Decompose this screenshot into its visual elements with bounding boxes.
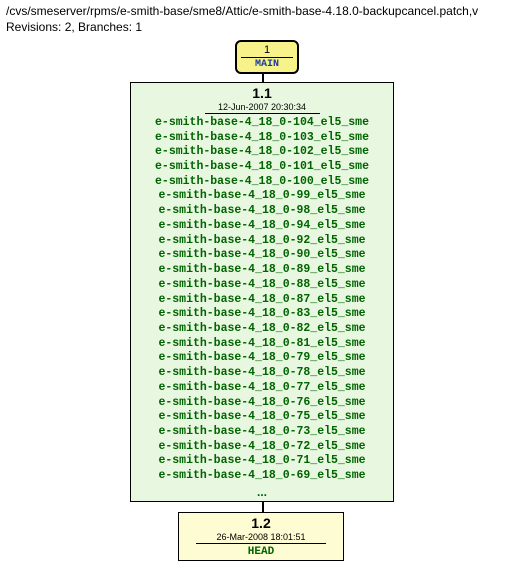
tag-entry: e-smith-base-4_18_0-88_el5_sme	[131, 278, 393, 293]
connector	[262, 502, 264, 512]
branch-node-main[interactable]: 1 MAIN	[235, 40, 299, 74]
tag-entry: e-smith-base-4_18_0-83_el5_sme	[131, 307, 393, 322]
tag-entry: e-smith-base-4_18_0-78_el5_sme	[131, 366, 393, 381]
tag-entry: e-smith-base-4_18_0-71_el5_sme	[131, 454, 393, 469]
head-label: HEAD	[179, 546, 343, 558]
repo-path: /cvs/smeserver/rpms/e-smith-base/sme8/At…	[6, 4, 518, 18]
branch-name: MAIN	[241, 59, 293, 70]
revision-box-1.1[interactable]: 1.1 12-Jun-2007 20:30:34 e-smith-base-4_…	[130, 82, 394, 502]
tag-entry: e-smith-base-4_18_0-90_el5_sme	[131, 248, 393, 263]
tag-entry: e-smith-base-4_18_0-104_el5_sme	[131, 116, 393, 131]
tag-entry: e-smith-base-4_18_0-103_el5_sme	[131, 131, 393, 146]
tag-entry: e-smith-base-4_18_0-77_el5_sme	[131, 381, 393, 396]
tag-entry: e-smith-base-4_18_0-89_el5_sme	[131, 263, 393, 278]
tag-entry: e-smith-base-4_18_0-100_el5_sme	[131, 175, 393, 190]
tag-entry: e-smith-base-4_18_0-69_el5_sme	[131, 469, 393, 484]
revision-date: 12-Jun-2007 20:30:34	[205, 102, 320, 114]
revision-box-1.2[interactable]: 1.2 26-Mar-2008 18:01:51 HEAD	[178, 512, 344, 561]
tag-entry: e-smith-base-4_18_0-102_el5_sme	[131, 145, 393, 160]
tag-ellipsis: ...	[131, 485, 393, 499]
connector	[262, 74, 264, 82]
tag-entry: e-smith-base-4_18_0-81_el5_sme	[131, 337, 393, 352]
repo-meta: Revisions: 2, Branches: 1	[6, 20, 518, 34]
tag-entry: e-smith-base-4_18_0-99_el5_sme	[131, 189, 393, 204]
tag-entry: e-smith-base-4_18_0-73_el5_sme	[131, 425, 393, 440]
tag-entry: e-smith-base-4_18_0-82_el5_sme	[131, 322, 393, 337]
tag-entry: e-smith-base-4_18_0-98_el5_sme	[131, 204, 393, 219]
branch-number: 1	[241, 44, 293, 58]
tag-entry: e-smith-base-4_18_0-72_el5_sme	[131, 440, 393, 455]
tag-entry: e-smith-base-4_18_0-101_el5_sme	[131, 160, 393, 175]
tag-entry: e-smith-base-4_18_0-94_el5_sme	[131, 219, 393, 234]
revision-number: 1.1	[131, 85, 393, 102]
tag-entry: e-smith-base-4_18_0-76_el5_sme	[131, 396, 393, 411]
graph-area: 1 MAIN 1.1 12-Jun-2007 20:30:34 e-smith-…	[0, 36, 524, 569]
page-header: /cvs/smeserver/rpms/e-smith-base/sme8/At…	[0, 0, 524, 36]
revision-date: 26-Mar-2008 18:01:51	[196, 532, 326, 544]
tag-list: e-smith-base-4_18_0-104_el5_smee-smith-b…	[131, 116, 393, 484]
tag-entry: e-smith-base-4_18_0-92_el5_sme	[131, 234, 393, 249]
tag-entry: e-smith-base-4_18_0-75_el5_sme	[131, 410, 393, 425]
revision-number: 1.2	[179, 515, 343, 532]
tag-entry: e-smith-base-4_18_0-79_el5_sme	[131, 351, 393, 366]
tag-entry: e-smith-base-4_18_0-87_el5_sme	[131, 293, 393, 308]
